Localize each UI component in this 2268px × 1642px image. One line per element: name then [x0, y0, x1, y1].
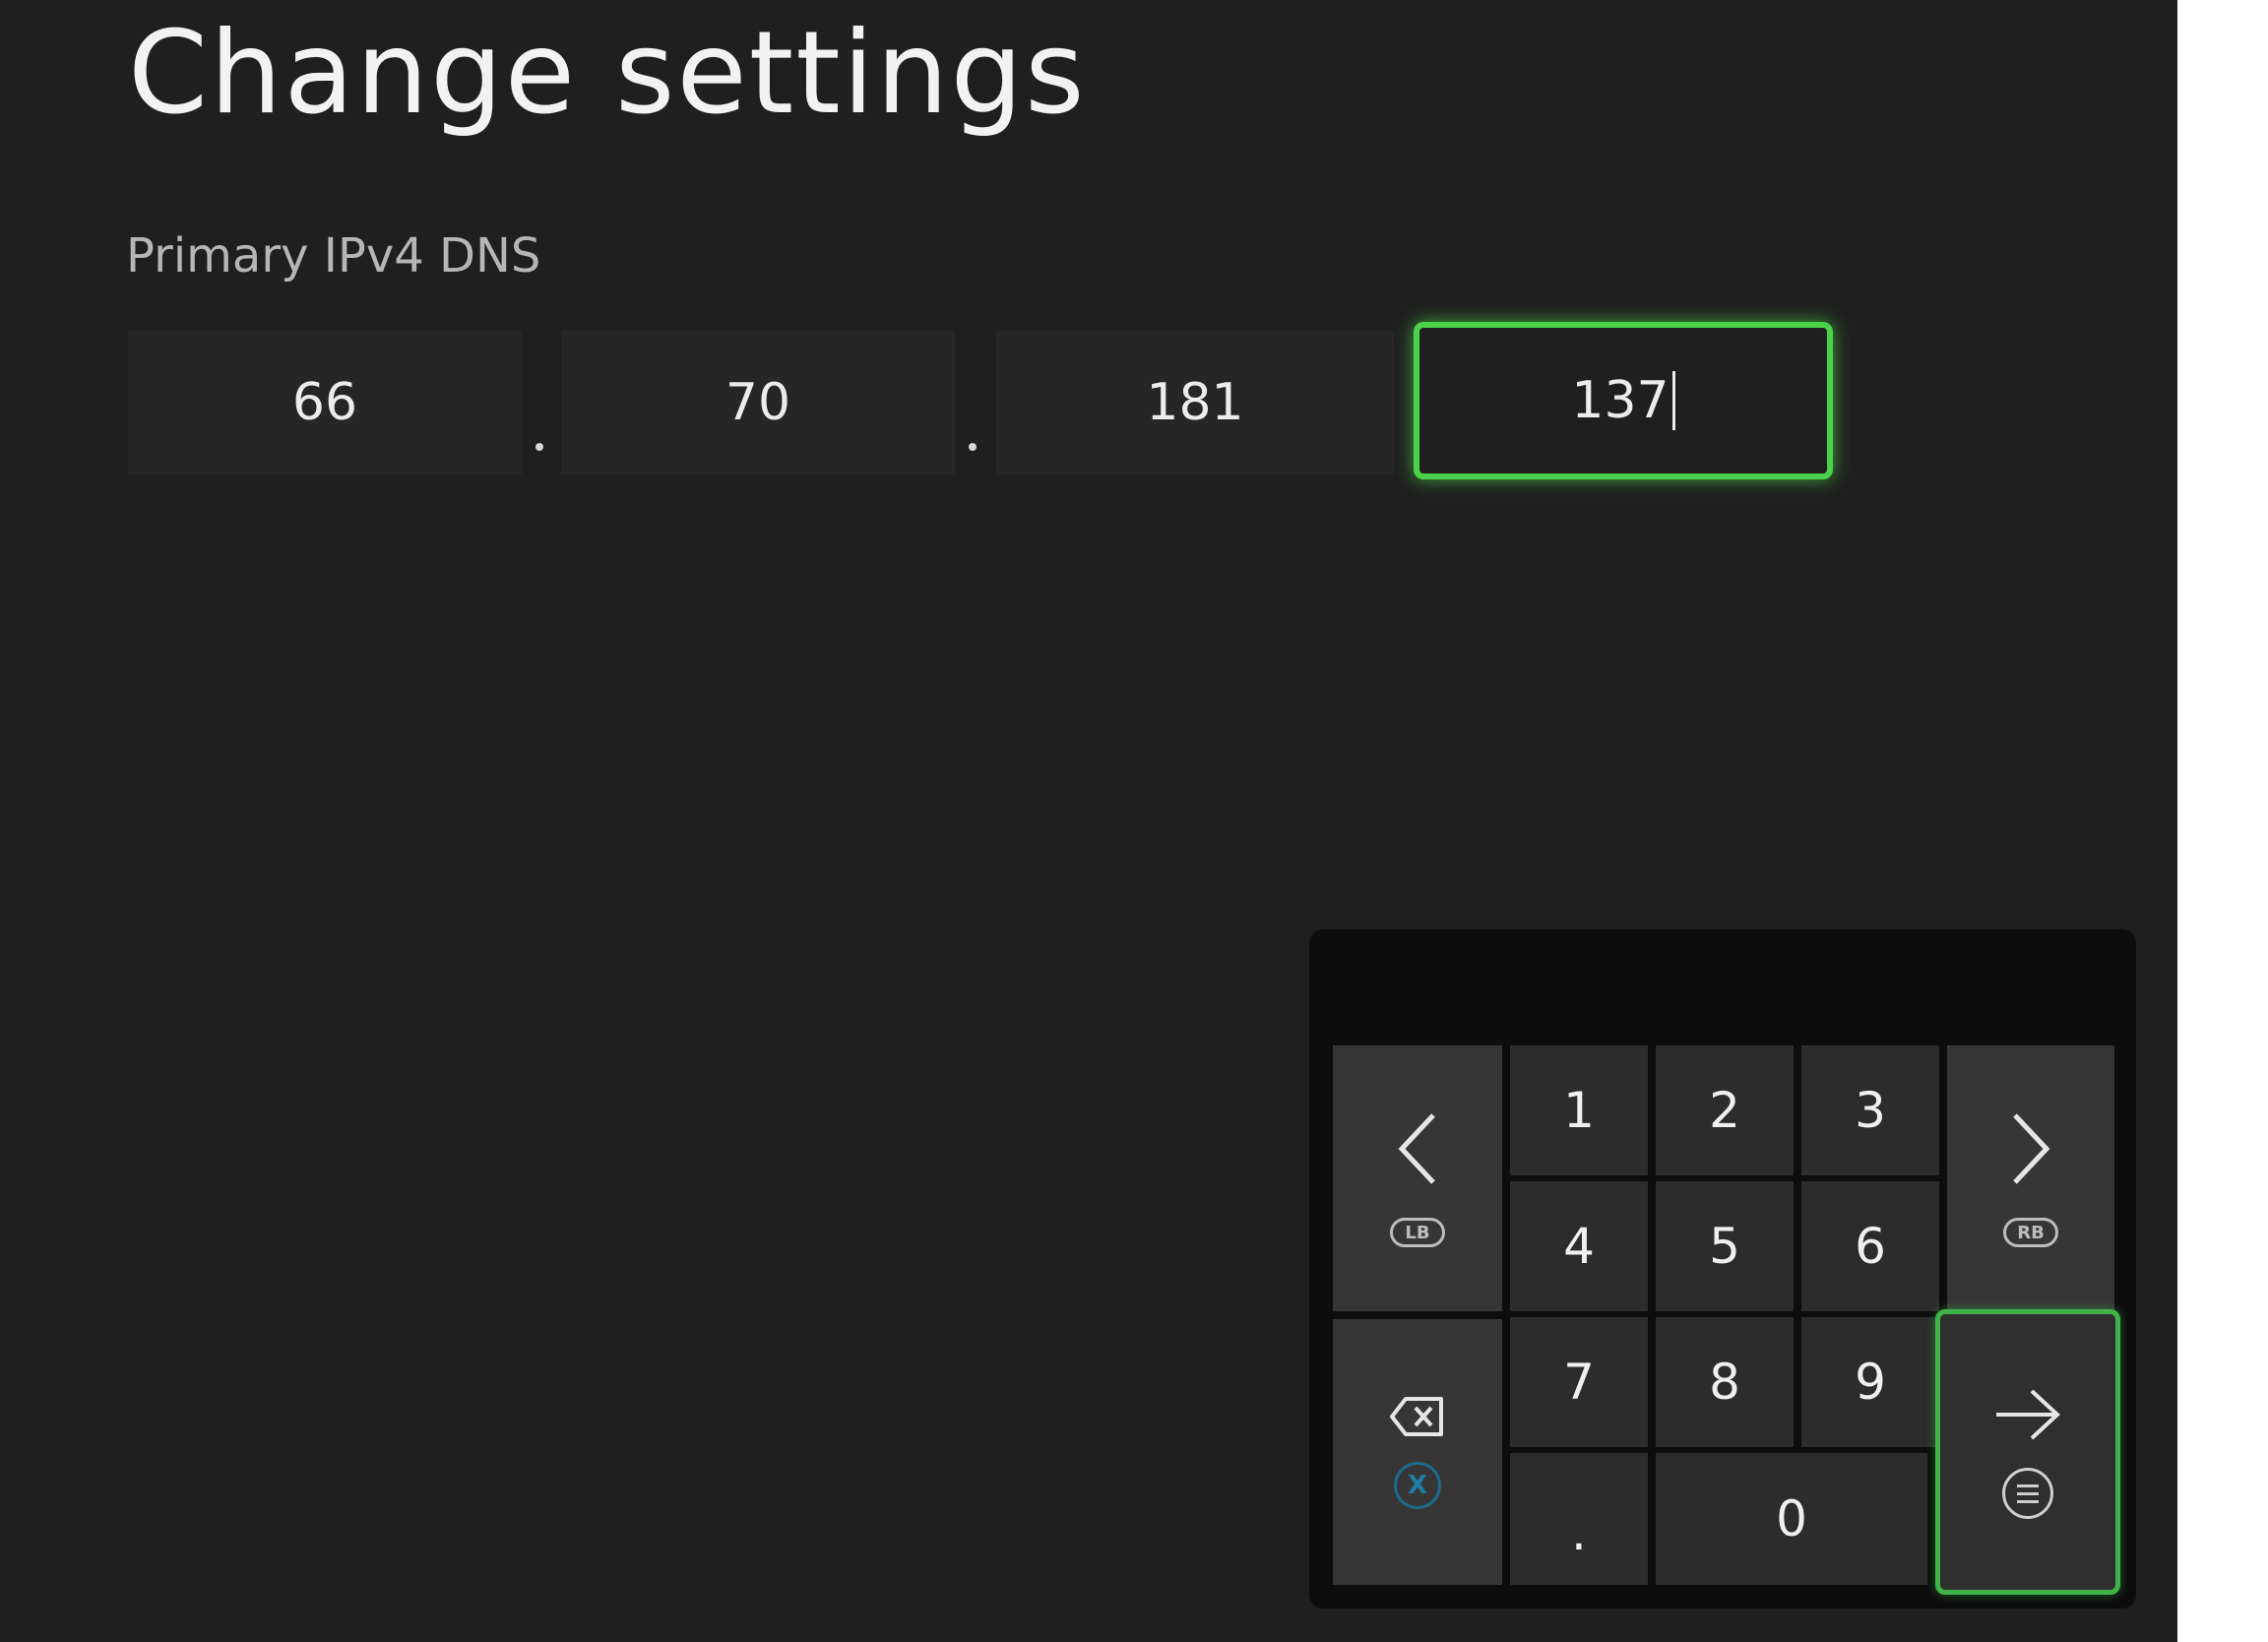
lb-bumper-icon: LB	[1390, 1218, 1445, 1247]
keypad-key-2[interactable]: 2	[1656, 1045, 1794, 1175]
x-button-icon: X	[1394, 1462, 1441, 1509]
keypad-enter-button[interactable]	[1935, 1309, 2120, 1595]
rb-bumper-icon: RB	[2003, 1218, 2058, 1247]
keypad-key-4[interactable]: 4	[1510, 1181, 1648, 1311]
menu-button-icon	[2002, 1468, 2053, 1519]
keypad-key-3[interactable]: 3	[1801, 1045, 1939, 1175]
backspace-icon	[1390, 1397, 1443, 1436]
keypad-key-0[interactable]: 0	[1656, 1453, 1927, 1585]
chevron-left-icon	[1398, 1113, 1435, 1184]
keypad-move-right-button[interactable]: RB	[1947, 1045, 2114, 1311]
keypad-move-left-button[interactable]: LB	[1333, 1045, 1502, 1311]
octet-separator-dot	[536, 443, 543, 451]
dns-octet-2-input[interactable]: 70	[561, 331, 955, 474]
dns-octet-4-value: 137	[1571, 371, 1670, 430]
settings-screen: Change settings Primary IPv4 DNS 66 70 1…	[0, 0, 2177, 1642]
dns-octet-3-value: 181	[1146, 373, 1244, 432]
dns-octet-1-input[interactable]: 66	[128, 331, 522, 474]
text-caret	[1671, 371, 1675, 430]
keypad-backspace-button[interactable]: X	[1333, 1319, 1502, 1585]
page-title: Change settings	[128, 7, 1087, 140]
arrow-right-icon	[1996, 1389, 2060, 1440]
chevron-right-icon	[2013, 1113, 2050, 1184]
keypad-key-8[interactable]: 8	[1656, 1317, 1794, 1447]
keypad-key-1[interactable]: 1	[1510, 1045, 1648, 1175]
keypad-key-9[interactable]: 9	[1801, 1317, 1939, 1447]
keypad-key-6[interactable]: 6	[1801, 1181, 1939, 1311]
numeric-keypad: LB 1 2 3 RB 4 5 6 X 7 8 9 . 0	[1309, 929, 2136, 1609]
dns-octet-1-value: 66	[291, 373, 358, 432]
octet-separator-dot	[969, 443, 976, 451]
keypad-key-5[interactable]: 5	[1656, 1181, 1794, 1311]
keypad-key-7[interactable]: 7	[1510, 1317, 1648, 1447]
field-label-primary-dns: Primary IPv4 DNS	[126, 228, 541, 284]
dns-octet-3-input[interactable]: 181	[996, 331, 1394, 474]
dns-octet-2-value: 70	[724, 373, 791, 432]
keypad-key-dot[interactable]: .	[1510, 1453, 1648, 1585]
dns-octet-4-input[interactable]: 137	[1414, 322, 1833, 479]
